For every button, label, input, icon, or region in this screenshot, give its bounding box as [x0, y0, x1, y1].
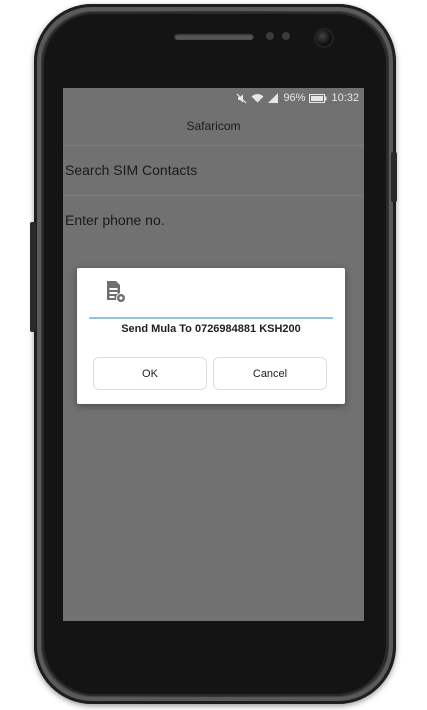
app-title: Safaricom: [186, 119, 241, 133]
signal-icon: [268, 93, 279, 103]
cancel-button[interactable]: Cancel: [213, 357, 327, 390]
front-camera: [316, 30, 332, 46]
status-time: 10:32: [331, 92, 359, 104]
sim-card-settings-icon: [105, 280, 127, 304]
status-bar: 96% 10:32: [63, 88, 364, 108]
battery-icon: [309, 93, 327, 103]
list-item-label: Search SIM Contacts: [65, 161, 198, 178]
confirm-dialog: Send Mula To 0726984881 KSH200 OK Cancel: [77, 268, 345, 404]
power-button: [391, 152, 397, 202]
enter-phone-number-item[interactable]: Enter phone no.: [63, 195, 364, 243]
wifi-icon: [251, 93, 264, 103]
ok-button[interactable]: OK: [93, 357, 207, 390]
battery-percent: 96%: [283, 92, 306, 104]
earpiece-speaker: [174, 33, 254, 40]
proximity-sensor: [266, 32, 274, 40]
dialog-message: Send Mula To 0726984881 KSH200: [121, 323, 301, 335]
list-item-label: Enter phone no.: [65, 211, 165, 228]
dialog-divider: [89, 317, 333, 319]
light-sensor: [282, 32, 290, 40]
search-sim-contacts-item[interactable]: Search SIM Contacts: [63, 145, 364, 193]
mute-icon: [236, 93, 247, 104]
volume-button: [30, 222, 36, 332]
